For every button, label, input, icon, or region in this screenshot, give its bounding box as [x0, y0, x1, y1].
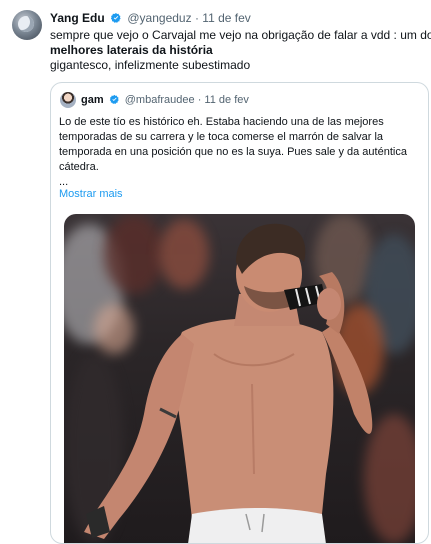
author-avatar[interactable] — [12, 10, 42, 40]
separator: · — [197, 94, 202, 106]
tweet-text-bold: melhores laterais da história — [50, 43, 213, 57]
quoted-author-avatar — [60, 92, 76, 108]
quoted-text-line: temporada en una posición que no es la s… — [59, 146, 407, 158]
tweet-date[interactable]: 11 de fev — [202, 11, 250, 25]
quoted-text-line: Lo de este tío es histórico eh. Estaba h… — [59, 116, 384, 128]
quoted-tweet-card[interactable]: gam @mbafraudee · 11 de fev Lo de este t… — [50, 82, 429, 544]
show-more-link[interactable]: Mostrar mais — [59, 188, 123, 200]
verified-badge-icon — [110, 13, 121, 23]
quoted-text-line: temporadas de su carrera y le toca comer… — [59, 131, 384, 143]
quoted-tweet-date: 11 de fev — [204, 94, 249, 106]
tweet-photo[interactable] — [64, 214, 415, 543]
quoted-tweet-header: gam @mbafraudee · 11 de fev — [81, 94, 249, 106]
tweet-text-line: sempre que vejo o Carvajal me vejo na ob… — [50, 28, 431, 42]
tweet-header: Yang Edu @yangeduz · 11 de fev — [50, 11, 251, 25]
quoted-author-handle: @mbafraudee — [124, 94, 195, 106]
verified-badge-icon — [109, 94, 119, 104]
author-name[interactable]: Yang Edu — [50, 11, 105, 25]
tweet-text-line: gigantesco, infelizmente subestimado — [50, 58, 251, 72]
player-figure — [84, 223, 373, 543]
separator: · — [194, 11, 199, 25]
tweet-text: sempre que vejo o Carvajal me vejo na ob… — [50, 28, 431, 73]
quoted-tweet-text: Lo de este tío es histórico eh. Estaba h… — [59, 115, 419, 190]
quoted-text-line: cátedra. — [59, 161, 99, 173]
author-handle[interactable]: @yangeduz — [127, 11, 191, 25]
quoted-author-name: gam — [81, 94, 104, 106]
